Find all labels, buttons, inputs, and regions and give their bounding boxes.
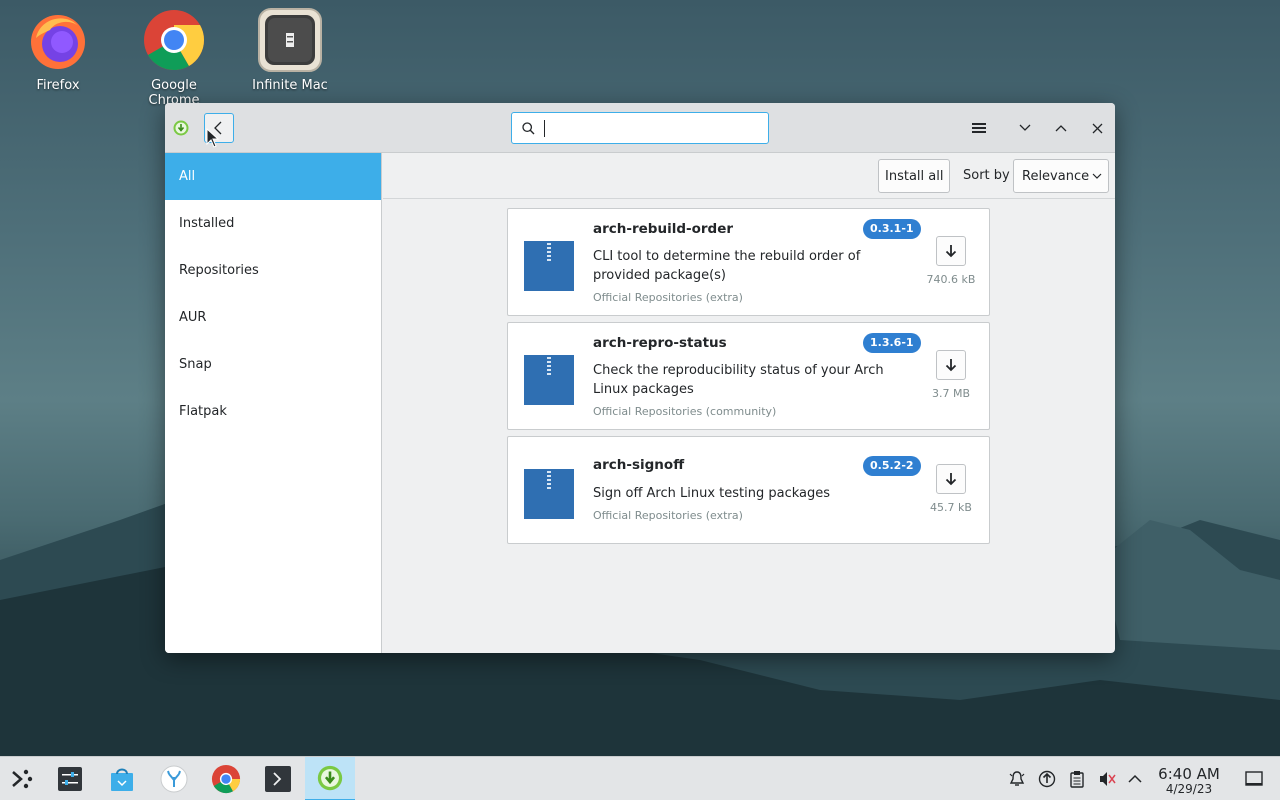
package-description: CLI tool to determine the rebuild order … [593, 249, 861, 283]
taskbar-discover[interactable] [106, 763, 138, 795]
package-card[interactable]: arch-signoff 0.5.2-2 Sign off Arch Linux… [507, 436, 990, 544]
sort-label: Sort by [963, 168, 1010, 183]
menu-button[interactable] [967, 116, 991, 140]
desktop-icon-firefox[interactable]: Firefox [10, 8, 106, 93]
search-input[interactable] [545, 120, 768, 136]
volume-muted-icon[interactable] [1098, 770, 1116, 788]
package-repository: Official Repositories (community) [593, 405, 777, 418]
clipboard-icon[interactable] [1068, 770, 1086, 788]
app-download-icon [173, 120, 189, 136]
package-size: 45.7 kB [930, 501, 972, 514]
install-button[interactable] [936, 350, 966, 380]
titlebar [165, 103, 1115, 153]
package-size: 3.7 MB [931, 387, 971, 400]
desktop-icon-label: Firefox [36, 78, 80, 93]
content-toolbar: Install all Sort by Relevance [383, 153, 1115, 199]
close-icon [1092, 123, 1102, 133]
clock-time: 6:40 AM [1158, 765, 1220, 783]
settings-sliders-icon [58, 767, 82, 791]
download-arrow-icon [945, 245, 957, 258]
sort-select[interactable]: Relevance [1013, 159, 1109, 193]
coral-app-icon [160, 765, 188, 793]
package-name: arch-repro-status [593, 335, 727, 351]
taskbar-terminal[interactable] [262, 763, 294, 795]
clock[interactable]: 6:40 AM 4/29/23 [1152, 765, 1226, 796]
close-button[interactable] [1085, 116, 1109, 140]
install-button[interactable] [936, 236, 966, 266]
install-all-button[interactable]: Install all [878, 159, 951, 193]
version-badge: 1.3.6-1 [863, 333, 921, 353]
sidebar-item-snap[interactable]: Snap [165, 341, 381, 388]
taskbar-google-chrome[interactable] [210, 763, 242, 795]
update-icon[interactable] [1038, 770, 1056, 788]
maximize-button[interactable] [1049, 116, 1073, 140]
sidebar-item-aur[interactable]: AUR [165, 294, 381, 341]
application-launcher-button[interactable] [6, 763, 38, 795]
clock-date: 4/29/23 [1165, 782, 1213, 796]
package-repository: Official Repositories (extra) [593, 291, 743, 304]
infinite-mac-icon [258, 8, 322, 72]
version-badge: 0.5.2-2 [863, 456, 921, 476]
sort-value: Relevance [1022, 168, 1090, 184]
firefox-icon [26, 8, 90, 72]
search-icon [522, 121, 535, 134]
package-card[interactable]: arch-repro-status 1.3.6-1 Check the repr… [507, 322, 990, 430]
chevron-down-icon [1019, 124, 1031, 131]
mouse-cursor-icon [206, 128, 220, 148]
archive-package-icon [524, 355, 574, 405]
chrome-icon [142, 8, 206, 72]
package-description: Check the reproducibility status of your… [593, 363, 884, 397]
archive-package-icon [524, 241, 574, 291]
package-name: arch-rebuild-order [593, 221, 734, 237]
desktop-icon-google-chrome[interactable]: Google Chrome [126, 8, 222, 108]
package-repository: Official Repositories (extra) [593, 509, 743, 522]
shopping-bag-icon [111, 768, 133, 791]
sidebar-item-flatpak[interactable]: Flatpak [165, 388, 381, 435]
download-arrow-icon [945, 359, 957, 372]
search-field[interactable] [511, 112, 769, 144]
chevron-up-icon[interactable] [1126, 770, 1144, 788]
chevron-down-icon [1092, 173, 1102, 179]
sidebar-item-all[interactable]: All [165, 153, 381, 200]
main-content: Install all Sort by Relevance arch-rebui… [383, 153, 1115, 653]
minimize-button[interactable] [1013, 116, 1037, 140]
notifications-bell-icon[interactable] [1008, 770, 1026, 788]
launcher-icon [12, 769, 33, 789]
terminal-icon [265, 766, 291, 792]
package-card[interactable]: arch-rebuild-order 0.3.1-1 CLI tool to d… [507, 208, 990, 316]
version-badge: 0.3.1-1 [863, 219, 921, 239]
show-desktop-icon[interactable] [1245, 770, 1263, 788]
package-manager-window: All Installed Repositories AUR Snap Flat… [165, 103, 1115, 653]
download-arrow-icon [945, 473, 957, 486]
chrome-icon [211, 764, 241, 794]
package-name: arch-signoff [593, 457, 685, 473]
desktop-icon-infinite-mac[interactable]: Infinite Mac [242, 8, 338, 93]
archive-package-icon [524, 469, 574, 519]
hamburger-menu-icon [972, 123, 986, 133]
package-description: Sign off Arch Linux testing packages [593, 486, 831, 501]
package-size: 740.6 kB [926, 273, 976, 286]
taskbar: 6:40 AM 4/29/23 [0, 756, 1280, 800]
chevron-up-icon [1055, 125, 1067, 132]
install-button[interactable] [936, 464, 966, 494]
taskbar-package-manager[interactable] [305, 757, 355, 800]
sidebar-item-installed[interactable]: Installed [165, 200, 381, 247]
desktop-icon-label: Infinite Mac [252, 78, 328, 93]
taskbar-kde-connect[interactable] [158, 763, 190, 795]
sidebar-item-repositories[interactable]: Repositories [165, 247, 381, 294]
taskbar-system-settings[interactable] [54, 763, 86, 795]
app-download-icon [317, 765, 343, 791]
sidebar: All Installed Repositories AUR Snap Flat… [165, 153, 382, 653]
